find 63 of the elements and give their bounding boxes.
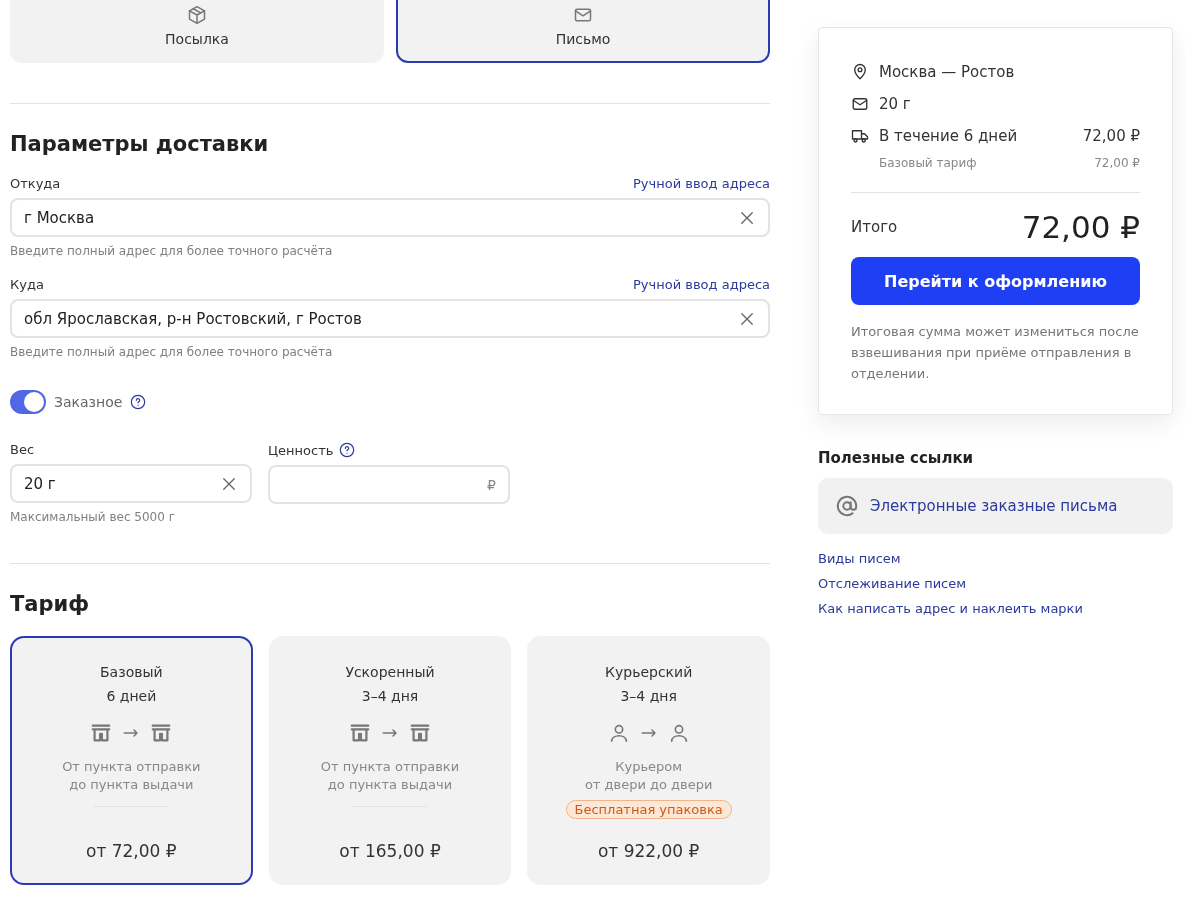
tariff-name: Базовый тариф <box>879 156 977 170</box>
tariff-duration: 6 дней <box>106 687 157 706</box>
address-field[interactable]: обл Ярославская, р-н Ростовский, г Ростов <box>10 299 770 338</box>
manual-address-link[interactable]: Ручной ввод адреса <box>633 176 770 191</box>
tariff-description: Курьером от двери до двери <box>584 758 713 794</box>
tariff-description: От пункта отправки до пункта выдачи <box>62 758 201 794</box>
toggle-label: Заказное <box>54 394 123 410</box>
registered-toggle[interactable] <box>10 390 46 414</box>
shipment-type-tile[interactable]: Письмо <box>396 0 770 63</box>
tariff-card[interactable]: Ускоренный 3–4 дня От пункта отправки до пункта выдачи от 165,00 ₽ <box>268 636 512 885</box>
envelope-icon <box>851 95 869 113</box>
field-hint: Введите полный адрес для более точного расчёта <box>10 345 334 359</box>
tariff-duration: 3–4 дня <box>361 687 419 706</box>
tariff-card[interactable]: Базовый 6 дней От пункта отправки до пункта выдачи от 72,00 ₽ <box>10 636 253 885</box>
help-icon <box>339 442 356 458</box>
pickup-point-icon <box>90 722 113 744</box>
pickup-point-icon <box>349 722 371 744</box>
total-label: Итого <box>851 218 898 236</box>
useful-link[interactable]: Как написать адрес и наклеить марки <box>818 601 1083 616</box>
shipment-type-tile[interactable]: Посылка <box>10 0 384 63</box>
box-icon <box>187 5 207 25</box>
checkout-button[interactable]: Перейти к оформлению <box>851 257 1140 305</box>
tariff-card[interactable]: Курьерский 3–4 дня Курьером от двери до двери Бесплатная упаковка от 922,00 ₽ <box>527 636 770 885</box>
at-sign-icon <box>836 495 858 517</box>
truck-icon <box>851 127 869 145</box>
field-hint: Максимальный вес 5000 г <box>10 510 176 524</box>
useful-link[interactable]: Отслеживание писем <box>818 576 967 591</box>
tariff-name: Ускоренный <box>345 663 435 682</box>
pickup-point-icon <box>409 722 431 744</box>
section-title: Параметры доставки <box>10 132 270 156</box>
free-packaging-badge: Бесплатная упаковка <box>565 800 732 819</box>
field-label: Откуда <box>10 176 61 191</box>
help-icon <box>130 394 147 410</box>
section-title: Тариф <box>10 592 91 616</box>
field-label: Ценность <box>268 442 334 458</box>
field-label: Куда <box>10 277 44 292</box>
tariff-price: от 922,00 ₽ <box>597 841 700 861</box>
currency-sign: ₽ <box>487 476 496 493</box>
featured-link[interactable]: Электронные заказные письма <box>818 478 1173 534</box>
tariff-duration: 3–4 дня <box>620 687 677 706</box>
route-text: Москва — Ростов <box>879 63 1016 81</box>
tariff-price: 72,00 ₽ <box>1094 156 1140 170</box>
tariff-description: От пункта отправки до пункта выдачи <box>320 758 460 794</box>
field-label: Вес <box>10 442 35 457</box>
tariff-name: Курьерский <box>605 663 693 682</box>
weight-text: 20 г <box>879 95 912 113</box>
delivery-time: В течение 6 дней <box>879 127 1019 145</box>
useful-link[interactable]: Виды писем <box>818 551 901 566</box>
pickup-point-icon <box>150 722 173 744</box>
value-field[interactable]: ₽ <box>268 465 510 504</box>
tariff-price: от 72,00 ₽ <box>86 841 177 861</box>
manual-address-link[interactable]: Ручной ввод адреса <box>633 277 770 292</box>
delivery-price: 72,00 ₽ <box>1082 127 1140 145</box>
price-note: Итоговая сумма может измениться после взвешивания при приёме отправления в отделении. <box>851 323 1140 383</box>
field-hint: Введите полный адрес для более точного расчёта <box>10 244 334 258</box>
tariff-price: от 165,00 ₽ <box>339 841 441 861</box>
tariff-name: Базовый <box>100 663 163 682</box>
location-pin-icon <box>851 63 869 81</box>
total-price: 72,00 ₽ <box>1021 209 1140 245</box>
address-field[interactable]: г Москва <box>10 198 770 237</box>
links-title: Полезные ссылки <box>818 449 975 467</box>
weight-field[interactable]: 20 г <box>10 464 252 503</box>
envelope-icon <box>573 5 593 25</box>
